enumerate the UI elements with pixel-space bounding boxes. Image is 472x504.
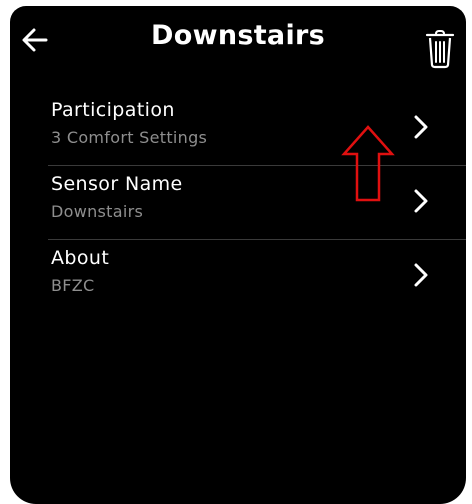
row-participation[interactable]: Participation 3 Comfort Settings (10, 92, 466, 165)
header: Downstairs (10, 6, 466, 78)
chevron-right-icon (414, 263, 428, 287)
up-arrow-icon (341, 125, 395, 202)
delete-button[interactable] (424, 28, 456, 70)
row-about[interactable]: About BFZC (10, 240, 466, 313)
row-label: Participation (51, 99, 175, 121)
row-sensor-name[interactable]: Sensor Name Downstairs (10, 166, 466, 239)
chevron-right-icon (414, 115, 428, 139)
row-subtitle: 3 Comfort Settings (51, 128, 208, 147)
settings-list: Participation 3 Comfort Settings Sensor … (10, 92, 466, 313)
trash-icon (425, 30, 455, 69)
chevron-right-icon (414, 189, 428, 213)
row-subtitle: BFZC (51, 276, 95, 295)
row-subtitle: Downstairs (51, 202, 144, 221)
row-label: Sensor Name (51, 173, 183, 195)
sensor-settings-screen: Downstairs Participation 3 Comfort Setti… (10, 6, 466, 504)
row-label: About (51, 247, 110, 269)
page-title: Downstairs (151, 20, 325, 51)
